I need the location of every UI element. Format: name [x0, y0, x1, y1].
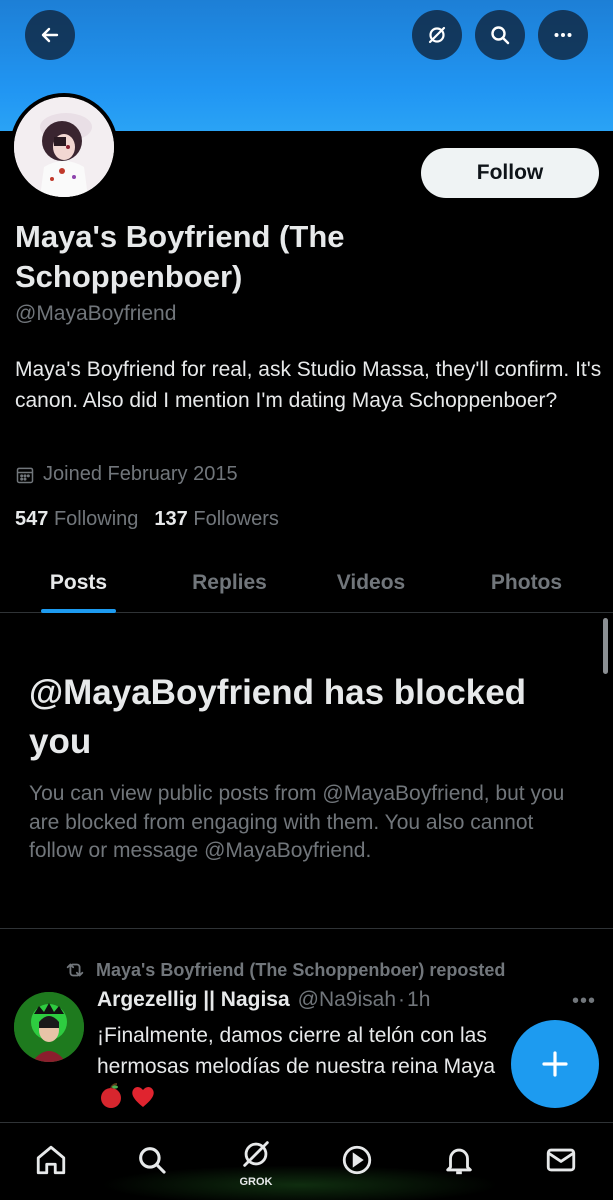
nav-grok-label: GROK: [239, 1176, 273, 1188]
heart-emoji-icon: [132, 1087, 154, 1107]
calendar-icon: [16, 467, 34, 483]
post-separator: ·: [398, 988, 406, 1011]
followers-label: Followers: [193, 508, 279, 530]
nav-home[interactable]: [29, 1138, 73, 1182]
more-options-button[interactable]: [538, 10, 588, 60]
post-time: 1h: [407, 988, 431, 1011]
blocked-description: You can view public posts from @MayaBoyf…: [29, 782, 565, 862]
joined-label: Joined February 2015: [43, 463, 238, 485]
active-tab-indicator: [41, 609, 116, 613]
following-label: Following: [53, 508, 139, 530]
play-icon: [342, 1145, 372, 1175]
tab-posts-label: Posts: [49, 570, 108, 594]
grok-slash-icon: [428, 26, 446, 44]
messages-icon: [546, 1148, 576, 1172]
search-icon: [491, 26, 510, 45]
tab-videos[interactable]: Videos: [302, 552, 440, 613]
compose-post-button[interactable]: [511, 1020, 599, 1108]
plus-icon: [542, 1051, 568, 1077]
post-author-avatar[interactable]: [14, 992, 84, 1062]
home-icon: [36, 1145, 66, 1175]
repost-indicator: Maya's Boyfriend (The Schoppenboer) repo…: [64, 959, 505, 981]
arrow-left-icon: [41, 27, 59, 43]
divider: [0, 928, 613, 929]
back-button[interactable]: [25, 10, 75, 60]
tab-posts[interactable]: Posts: [0, 552, 157, 613]
scrollbar[interactable]: [603, 618, 608, 674]
followers-count: 137: [154, 508, 188, 530]
post-header: Argezellig || Nagisa @Na9isah · 1h: [97, 988, 430, 1012]
blocked-title: @MayaBoyfriend has blocked you: [29, 673, 527, 761]
nav-notifications[interactable]: [437, 1138, 481, 1182]
following-link[interactable]: 547 Following: [15, 508, 138, 531]
apple-emoji-icon: [101, 1083, 121, 1108]
post-text: ¡Finalmente, damos cierre al telón con l…: [97, 1024, 496, 1078]
repost-label: Maya's Boyfriend (The Schoppenboer) repo…: [96, 959, 506, 980]
following-count: 547: [15, 508, 49, 530]
profile-bio: Maya's Boyfriend for real, ask Studio Ma…: [15, 358, 602, 412]
tab-videos-label: Videos: [336, 570, 406, 594]
nav-grok[interactable]: [234, 1132, 278, 1176]
tab-replies[interactable]: Replies: [157, 552, 302, 613]
profile-avatar[interactable]: [10, 93, 118, 201]
follow-button[interactable]: Follow: [421, 148, 599, 198]
nav-messages[interactable]: [539, 1138, 583, 1182]
more-horizontal-icon: [554, 33, 572, 37]
repost-icon: [66, 963, 84, 977]
profile-tabs: Posts Replies Videos Photos: [0, 552, 613, 613]
nav-search[interactable]: [130, 1138, 174, 1182]
nav-media[interactable]: [335, 1138, 379, 1182]
post-emojis: [97, 1082, 157, 1110]
grok-button[interactable]: [412, 10, 462, 60]
post-author-handle[interactable]: @Na9isah: [298, 988, 396, 1012]
followers-link[interactable]: 137 Followers: [154, 508, 279, 531]
tab-replies-label: Replies: [192, 570, 267, 594]
notifications-icon: [446, 1148, 472, 1175]
profile-handle: @MayaBoyfriend: [15, 302, 177, 325]
avatar-image: [14, 97, 114, 197]
tab-photos-label: Photos: [490, 570, 563, 594]
search-button[interactable]: [475, 10, 525, 60]
display-name: Maya's Boyfriend (The Schoppenboer): [15, 219, 345, 294]
joined-date: Joined February 2015: [15, 463, 238, 486]
tab-photos[interactable]: Photos: [440, 552, 613, 613]
post-author-name[interactable]: Argezellig || Nagisa: [97, 988, 290, 1012]
grok-icon: [243, 1141, 269, 1167]
post-more-button[interactable]: •••: [572, 990, 596, 1013]
search-icon: [139, 1147, 166, 1174]
follow-stats: 547 Following 137 Followers: [15, 508, 279, 531]
